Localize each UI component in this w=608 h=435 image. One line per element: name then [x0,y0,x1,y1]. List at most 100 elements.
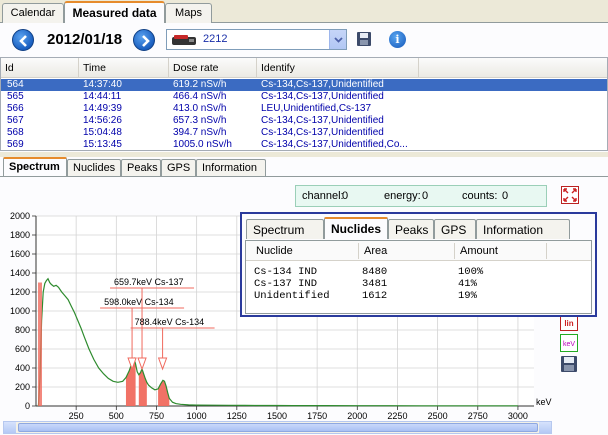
popup-tab-information[interactable]: Information [476,219,570,239]
counts-value: 0 [502,190,509,202]
dose-rate-cell: 413.0 nSv/h [173,103,227,114]
dose-rate-cell: 619.2 nSv/h [173,79,227,90]
nuclide-table-header [246,241,591,261]
nuclide-row[interactable]: Cs-134 IND 8480 100% [246,266,591,278]
column-header-nuclide[interactable]: Nuclide [256,245,293,257]
x-tick-label: 1750 [307,411,327,420]
identify-cell: Cs-134,Cs-137,Unidentified,Co... [261,139,408,150]
identify-cell: Cs-134,Cs-137,Unidentified [261,91,384,102]
nuclide-cell: Unidentified [254,290,330,302]
table-row[interactable]: 568 15:04:48 394.7 nSv/h Cs-134,Cs-137,Unid… [1,127,607,139]
column-header-area[interactable]: Area [364,245,387,257]
popup-tab-spectrum[interactable]: Spectrum [246,219,324,239]
amount-cell: 100% [458,266,484,278]
x-tick-label: 1000 [187,411,207,420]
tab-gps[interactable]: GPS [161,159,196,176]
scroll-left-button[interactable] [4,422,16,433]
horizontal-scrollbar[interactable] [3,421,552,434]
tab-information[interactable]: Information [196,159,266,176]
kev-icon[interactable]: keV [560,334,578,352]
scrollbar-thumb[interactable] [18,423,538,432]
low-energy-roi [38,282,42,406]
info-icon[interactable]: i [389,31,406,48]
table-row[interactable]: 569 15:13:45 1005.0 nSv/h Cs-134,Cs-137,Uni… [1,139,607,150]
table-row[interactable]: 565 14:44:11 466.4 nSv/h Cs-134,Cs-137,Unid… [1,91,607,103]
x-tick-label: 1250 [227,411,247,420]
column-header-id[interactable]: Id [1,58,79,77]
table-row[interactable]: 564 14:37:40 619.2 nSv/h Cs-134,Cs-137,Unid… [1,79,607,91]
arrow-right-icon [142,35,150,47]
nuclide-table: Nuclide Area Amount Cs-134 IND 8480 100% Cs… [245,240,592,314]
counts-label: counts: [462,190,498,202]
device-dropdown-button[interactable] [329,30,346,49]
chevron-down-icon [334,37,343,43]
column-header-amount[interactable]: Amount [460,245,498,257]
tab-nuclides[interactable]: Nuclides [67,159,121,176]
measurement-table: Id Time Dose rate Identify 564 14:37:40 61… [0,57,608,151]
device-value: 2212 [203,33,228,45]
table-header: Id Time Dose rate Identify [1,58,607,78]
date-label: 2012/01/18 [47,31,123,48]
popup-tab-gps[interactable]: GPS [434,219,476,239]
dose-rate-cell: 657.3 nSv/h [173,115,227,126]
peak-label: 598.0keV Cs-134 [104,297,174,307]
previous-day-button[interactable] [12,29,34,51]
x-tick-label: 500 [109,411,124,420]
y-tick-label: 200 [15,382,30,392]
x-tick-label: 2750 [468,411,488,420]
column-header-dose-rate[interactable]: Dose rate [169,58,257,77]
y-tick-label: 1800 [10,230,30,240]
tab-spectrum[interactable]: Spectrum [3,157,67,176]
device-select[interactable]: 2212 [166,29,347,50]
popup-tab-peaks[interactable]: Peaks [388,219,434,239]
column-header-identify[interactable]: Identify [257,58,419,77]
time-cell: 14:44:11 [83,91,122,102]
id-cell: 566 [7,103,24,114]
y-tick-label: 1600 [10,249,30,259]
id-cell: 565 [7,91,24,102]
top-tab-bar: Calendar Measured data Maps [0,0,608,23]
tab-peaks[interactable]: Peaks [121,159,161,176]
x-tick-label: 2500 [428,411,448,420]
y-tick-label: 1000 [10,306,30,316]
identify-cell: LEU,Unidentified,Cs-137 [261,103,372,114]
column-divider [358,243,359,259]
id-cell: 569 [7,139,24,150]
expand-icon[interactable] [561,186,579,204]
save-icon[interactable] [356,31,372,47]
channel-label: channel: [302,190,344,202]
save-spectrum-icon[interactable] [560,355,578,373]
cursor-readout: channel: 0 energy: 0 counts: 0 [295,185,547,207]
x-tick-label: 250 [69,411,84,420]
identify-cell: Cs-134,Cs-137,Unidentified [261,115,384,126]
column-header-time[interactable]: Time [79,58,169,77]
nuclide-row[interactable]: Cs-137 IND 3481 41% [246,278,591,290]
next-day-button[interactable] [133,29,155,51]
area-cell: 3481 [362,278,388,290]
table-row[interactable]: 567 14:56:26 657.3 nSv/h Cs-134,Cs-137,Unid… [1,115,607,127]
tab-measured-data[interactable]: Measured data [64,1,165,23]
table-row[interactable]: 566 14:49:39 413.0 nSv/h LEU,Unidentified,C… [1,103,607,115]
tab-maps[interactable]: Maps [165,3,212,23]
y-tick-label: 2000 [10,211,30,221]
lin-text: lin [564,319,573,328]
x-tick-label: 750 [149,411,164,420]
area-cell: 1612 [362,290,388,302]
y-tick-label: 600 [15,344,30,354]
scroll-right-button[interactable] [539,422,551,433]
channel-value: 0 [342,190,349,202]
time-cell: 15:13:45 [83,139,122,150]
dose-rate-cell: 466.4 nSv/h [173,91,227,102]
id-cell: 568 [7,127,24,138]
x-tick-label: 2250 [387,411,407,420]
peak-label: 788.4keV Cs-134 [135,317,205,327]
area-cell: 8480 [362,266,388,278]
dose-rate-cell: 1005.0 nSv/h [173,139,232,150]
nuclide-row[interactable]: Unidentified 1612 19% [246,290,591,302]
id-cell: 564 [7,79,24,90]
x-tick-label: 1500 [267,411,287,420]
nuclide-cell: Cs-134 IND [254,266,318,278]
popup-tab-nuclides[interactable]: Nuclides [324,217,388,239]
tab-calendar[interactable]: Calendar [2,3,64,23]
energy-label: energy: [384,190,421,202]
